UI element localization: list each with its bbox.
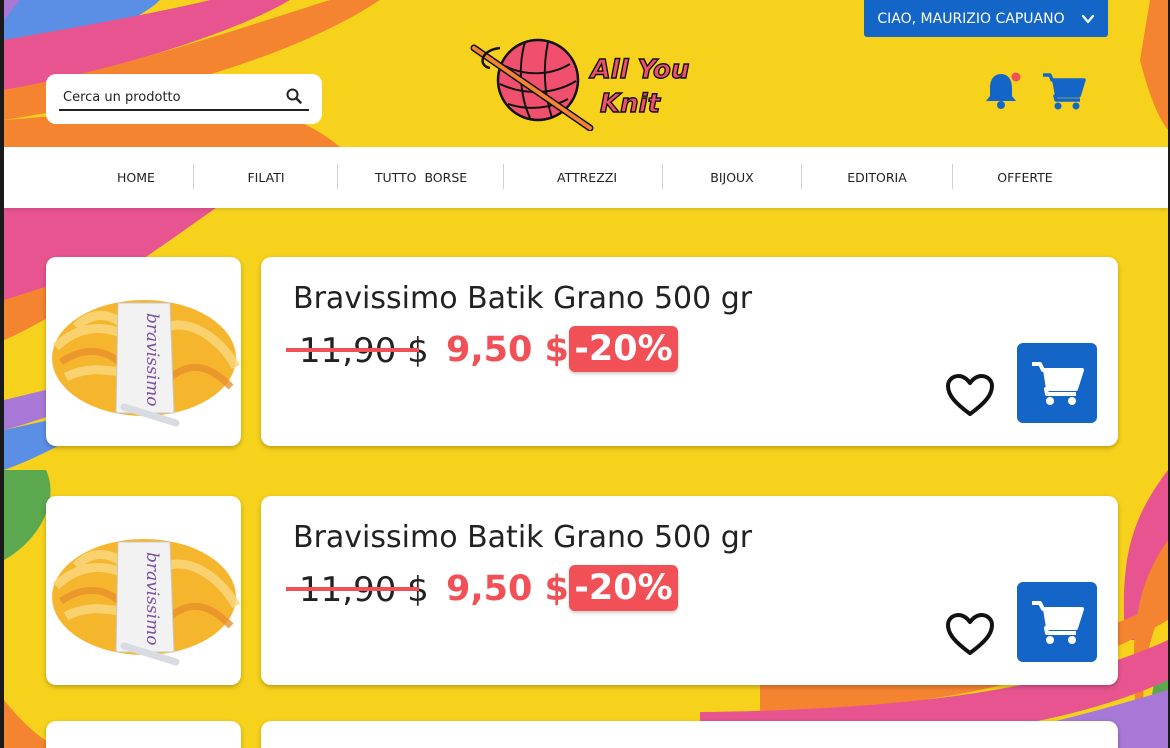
nav-divider [952, 164, 953, 189]
heart-outline-icon[interactable] [945, 373, 995, 418]
yarn-ball-image: bravissimo [52, 539, 241, 666]
product-title[interactable]: Bravissimo Batik Grano 500 gr [293, 281, 752, 316]
heart-outline-icon[interactable] [945, 612, 995, 657]
product-card: Bravissimo Batik Grano 500 gr 11,90 $ 9,… [261, 257, 1118, 446]
nav-item-home[interactable]: HOME [96, 147, 176, 208]
yarn-ball-label: bravissimo [142, 313, 162, 406]
cart-icon[interactable] [1042, 72, 1086, 110]
search-box [46, 74, 322, 124]
nav-item-offerte[interactable]: OFFERTE [980, 147, 1070, 208]
product-image-card[interactable]: bravissimo [46, 496, 241, 685]
nav-item-bijoux[interactable]: BIJOUX [692, 147, 772, 208]
search-icon[interactable] [286, 88, 302, 104]
sale-price: 9,50 $ [446, 330, 569, 370]
logo-text-line1: All You [589, 55, 690, 85]
add-to-cart-button[interactable] [1017, 343, 1097, 423]
main-navigation: HOME FILATI TUTTO BORSE ATTREZZI BIJOUX … [4, 147, 1168, 208]
user-greeting: CIAO, MAURIZIO CAPUANO [877, 10, 1065, 27]
product-image-card[interactable] [46, 721, 241, 748]
nav-item-borse[interactable]: TUTTO BORSE [361, 147, 481, 208]
chevron-down-icon [1081, 14, 1094, 23]
sale-price: 9,50 $ [446, 569, 569, 609]
cart-icon [1032, 601, 1084, 644]
product-image-card[interactable]: bravissimo [46, 257, 241, 446]
yarn-ball-image: bravissimo [52, 300, 241, 427]
price-strikethrough [286, 348, 419, 352]
product-title[interactable]: Bravissimo Batik Grano 500 gr [293, 520, 752, 555]
nav-divider [503, 164, 504, 189]
notification-dot [1011, 72, 1021, 82]
discount-badge: -20% [569, 565, 678, 611]
nav-item-attrezzi[interactable]: ATTREZZI [542, 147, 632, 208]
bell-icon[interactable] [984, 70, 1022, 110]
product-card: Bravissimo Batik Grano 500 gr 11,90 $ 9,… [261, 496, 1118, 685]
cart-icon [1032, 362, 1084, 405]
nav-item-filati[interactable]: FILATI [226, 147, 306, 208]
nav-item-editoria[interactable]: EDITORIA [832, 147, 922, 208]
all-you-knit-logo[interactable]: All You Knit [470, 36, 700, 131]
yarn-ball-label: bravissimo [142, 552, 162, 645]
nav-divider [337, 164, 338, 189]
nav-divider [662, 164, 663, 189]
logo-text-line2: Knit [600, 89, 662, 119]
nav-divider [801, 164, 802, 189]
discount-badge: -20% [569, 326, 678, 372]
price-strikethrough [286, 587, 419, 591]
user-menu-button[interactable]: CIAO, MAURIZIO CAPUANO [864, 0, 1108, 37]
add-to-cart-button[interactable] [1017, 582, 1097, 662]
site-header: CIAO, MAURIZIO CAPUANO All You Knit [0, 0, 1170, 147]
search-input[interactable] [59, 85, 309, 111]
nav-divider [193, 164, 194, 189]
product-card [261, 721, 1118, 748]
